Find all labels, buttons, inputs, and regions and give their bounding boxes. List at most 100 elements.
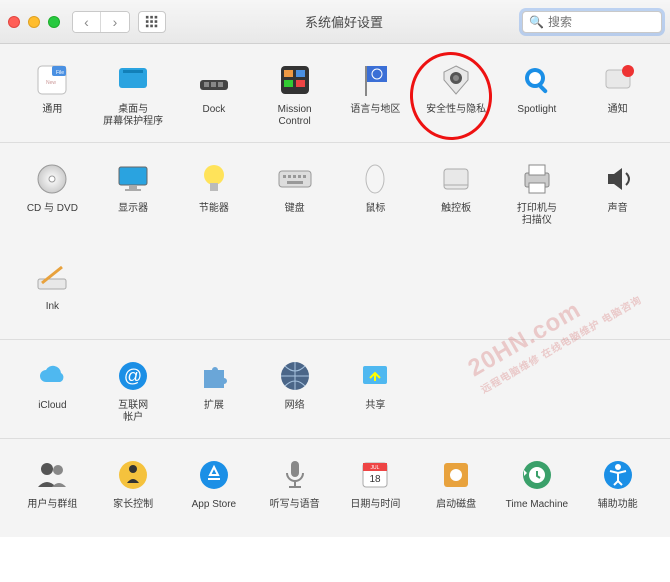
spotlight-pref[interactable]: Spotlight — [497, 56, 578, 136]
sharing-icon — [355, 356, 395, 396]
label: 语言与地区 — [350, 104, 400, 126]
label: 听写与语音 — [270, 499, 320, 521]
keyboard-pref[interactable]: 键盘 — [254, 155, 335, 235]
calendar-icon: JUL 18 — [355, 455, 395, 495]
label: 网络 — [285, 400, 305, 422]
flag-icon — [355, 60, 395, 100]
label: App Store — [192, 499, 236, 521]
label: iCloud — [38, 400, 66, 422]
general-pref[interactable]: FileNew 通用 — [12, 56, 93, 136]
bulb-icon — [194, 159, 234, 199]
back-button[interactable]: ‹ — [73, 12, 101, 32]
svg-text:JUL: JUL — [371, 465, 380, 471]
security-icon — [436, 60, 476, 100]
network-icon — [275, 356, 315, 396]
minimize-button[interactable] — [28, 16, 40, 28]
prefs-pane: FileNew 通用 桌面与屏幕保护程序 Dock MissionControl… — [0, 44, 670, 537]
label: Time Machine — [506, 499, 568, 521]
timemachine-pref[interactable]: Time Machine — [497, 451, 578, 531]
network-pref[interactable]: 网络 — [254, 352, 335, 432]
search-field-wrap[interactable]: 🔍 ✕ — [522, 11, 662, 33]
label: 共享 — [365, 400, 385, 422]
mission-control-pref[interactable]: MissionControl — [254, 56, 335, 136]
parental-controls-pref[interactable]: 家长控制 — [93, 451, 174, 531]
startup-disk-pref[interactable]: 启动磁盘 — [416, 451, 497, 531]
at-icon: @ — [113, 356, 153, 396]
datetime-pref[interactable]: JUL 18 日期与时间 — [335, 451, 416, 531]
sharing-pref[interactable]: 共享 — [335, 352, 416, 432]
ink-icon — [32, 257, 72, 297]
label: 节能器 — [199, 203, 229, 225]
startup-disk-icon — [436, 455, 476, 495]
cddvd-pref[interactable]: CD 与 DVD — [12, 155, 93, 235]
label: 声音 — [608, 203, 628, 225]
row-personal: FileNew 通用 桌面与屏幕保护程序 Dock MissionControl… — [0, 44, 670, 142]
label: CD 与 DVD — [27, 203, 78, 225]
ink-pref[interactable]: Ink — [12, 253, 93, 333]
label: 通用 — [42, 104, 62, 126]
svg-text:New: New — [46, 80, 56, 86]
printer-icon — [517, 159, 557, 199]
close-button[interactable] — [8, 16, 20, 28]
label: 扩展 — [204, 400, 224, 422]
sound-pref[interactable]: 声音 — [577, 155, 658, 235]
displays-pref[interactable]: 显示器 — [93, 155, 174, 235]
label: Spotlight — [517, 104, 556, 126]
svg-text:18: 18 — [370, 474, 382, 485]
row-hardware: CD 与 DVD 显示器 节能器 键盘 鼠标 触控板 打印机与扫描仪 声音 — [0, 142, 670, 241]
display-icon — [113, 159, 153, 199]
grid-icon — [145, 15, 159, 29]
zoom-button[interactable] — [48, 16, 60, 28]
speaker-icon — [598, 159, 638, 199]
mouse-pref[interactable]: 鼠标 — [335, 155, 416, 235]
notifications-pref[interactable]: 通知 — [577, 56, 658, 136]
row-internet: iCloud @ 互联网帐户 扩展 网络 共享 — [0, 339, 670, 438]
appstore-pref[interactable]: App Store — [174, 451, 255, 531]
label: 安全性与隐私 — [426, 104, 486, 126]
search-input[interactable] — [548, 15, 670, 29]
label: 桌面与屏幕保护程序 — [103, 104, 163, 128]
trackpad-pref[interactable]: 触控板 — [416, 155, 497, 235]
label: 用户与群组 — [27, 499, 77, 521]
row-hardware-2: Ink — [0, 241, 670, 339]
label: 通知 — [608, 104, 628, 126]
label: Dock — [202, 104, 225, 126]
internet-accounts-pref[interactable]: @ 互联网帐户 — [93, 352, 174, 432]
microphone-icon — [275, 455, 315, 495]
label: 鼠标 — [365, 203, 385, 225]
label: 家长控制 — [113, 499, 153, 521]
language-region-pref[interactable]: 语言与地区 — [335, 56, 416, 136]
security-privacy-pref[interactable]: 安全性与隐私 — [416, 56, 497, 136]
mouse-icon — [355, 159, 395, 199]
nav-back-forward: ‹ › — [72, 11, 130, 33]
show-all-button[interactable] — [138, 11, 166, 33]
label: 辅助功能 — [598, 499, 638, 521]
label: MissionControl — [278, 104, 312, 128]
puzzle-icon — [194, 356, 234, 396]
timemachine-icon — [517, 455, 557, 495]
disc-icon — [32, 159, 72, 199]
users-icon — [32, 455, 72, 495]
energy-saver-pref[interactable]: 节能器 — [174, 155, 255, 235]
label: Ink — [46, 301, 59, 323]
accessibility-pref[interactable]: 辅助功能 — [577, 451, 658, 531]
label: 触控板 — [441, 203, 471, 225]
general-icon: FileNew — [32, 60, 72, 100]
appstore-icon — [194, 455, 234, 495]
printers-pref[interactable]: 打印机与扫描仪 — [497, 155, 578, 235]
svg-text:File: File — [56, 70, 64, 76]
dock-icon — [194, 60, 234, 100]
row-system: 用户与群组 家长控制 App Store 听写与语音 JUL 18 日期与时间 启… — [0, 438, 670, 537]
label: 日期与时间 — [350, 499, 400, 521]
mission-control-icon — [275, 60, 315, 100]
forward-button[interactable]: › — [101, 12, 129, 32]
dictation-pref[interactable]: 听写与语音 — [254, 451, 335, 531]
svg-text:@: @ — [124, 366, 142, 386]
desktop-icon — [113, 60, 153, 100]
desktop-pref[interactable]: 桌面与屏幕保护程序 — [93, 56, 174, 136]
icloud-pref[interactable]: iCloud — [12, 352, 93, 432]
users-groups-pref[interactable]: 用户与群组 — [12, 451, 93, 531]
extensions-pref[interactable]: 扩展 — [174, 352, 255, 432]
label: 打印机与扫描仪 — [517, 203, 557, 227]
dock-pref[interactable]: Dock — [174, 56, 255, 136]
